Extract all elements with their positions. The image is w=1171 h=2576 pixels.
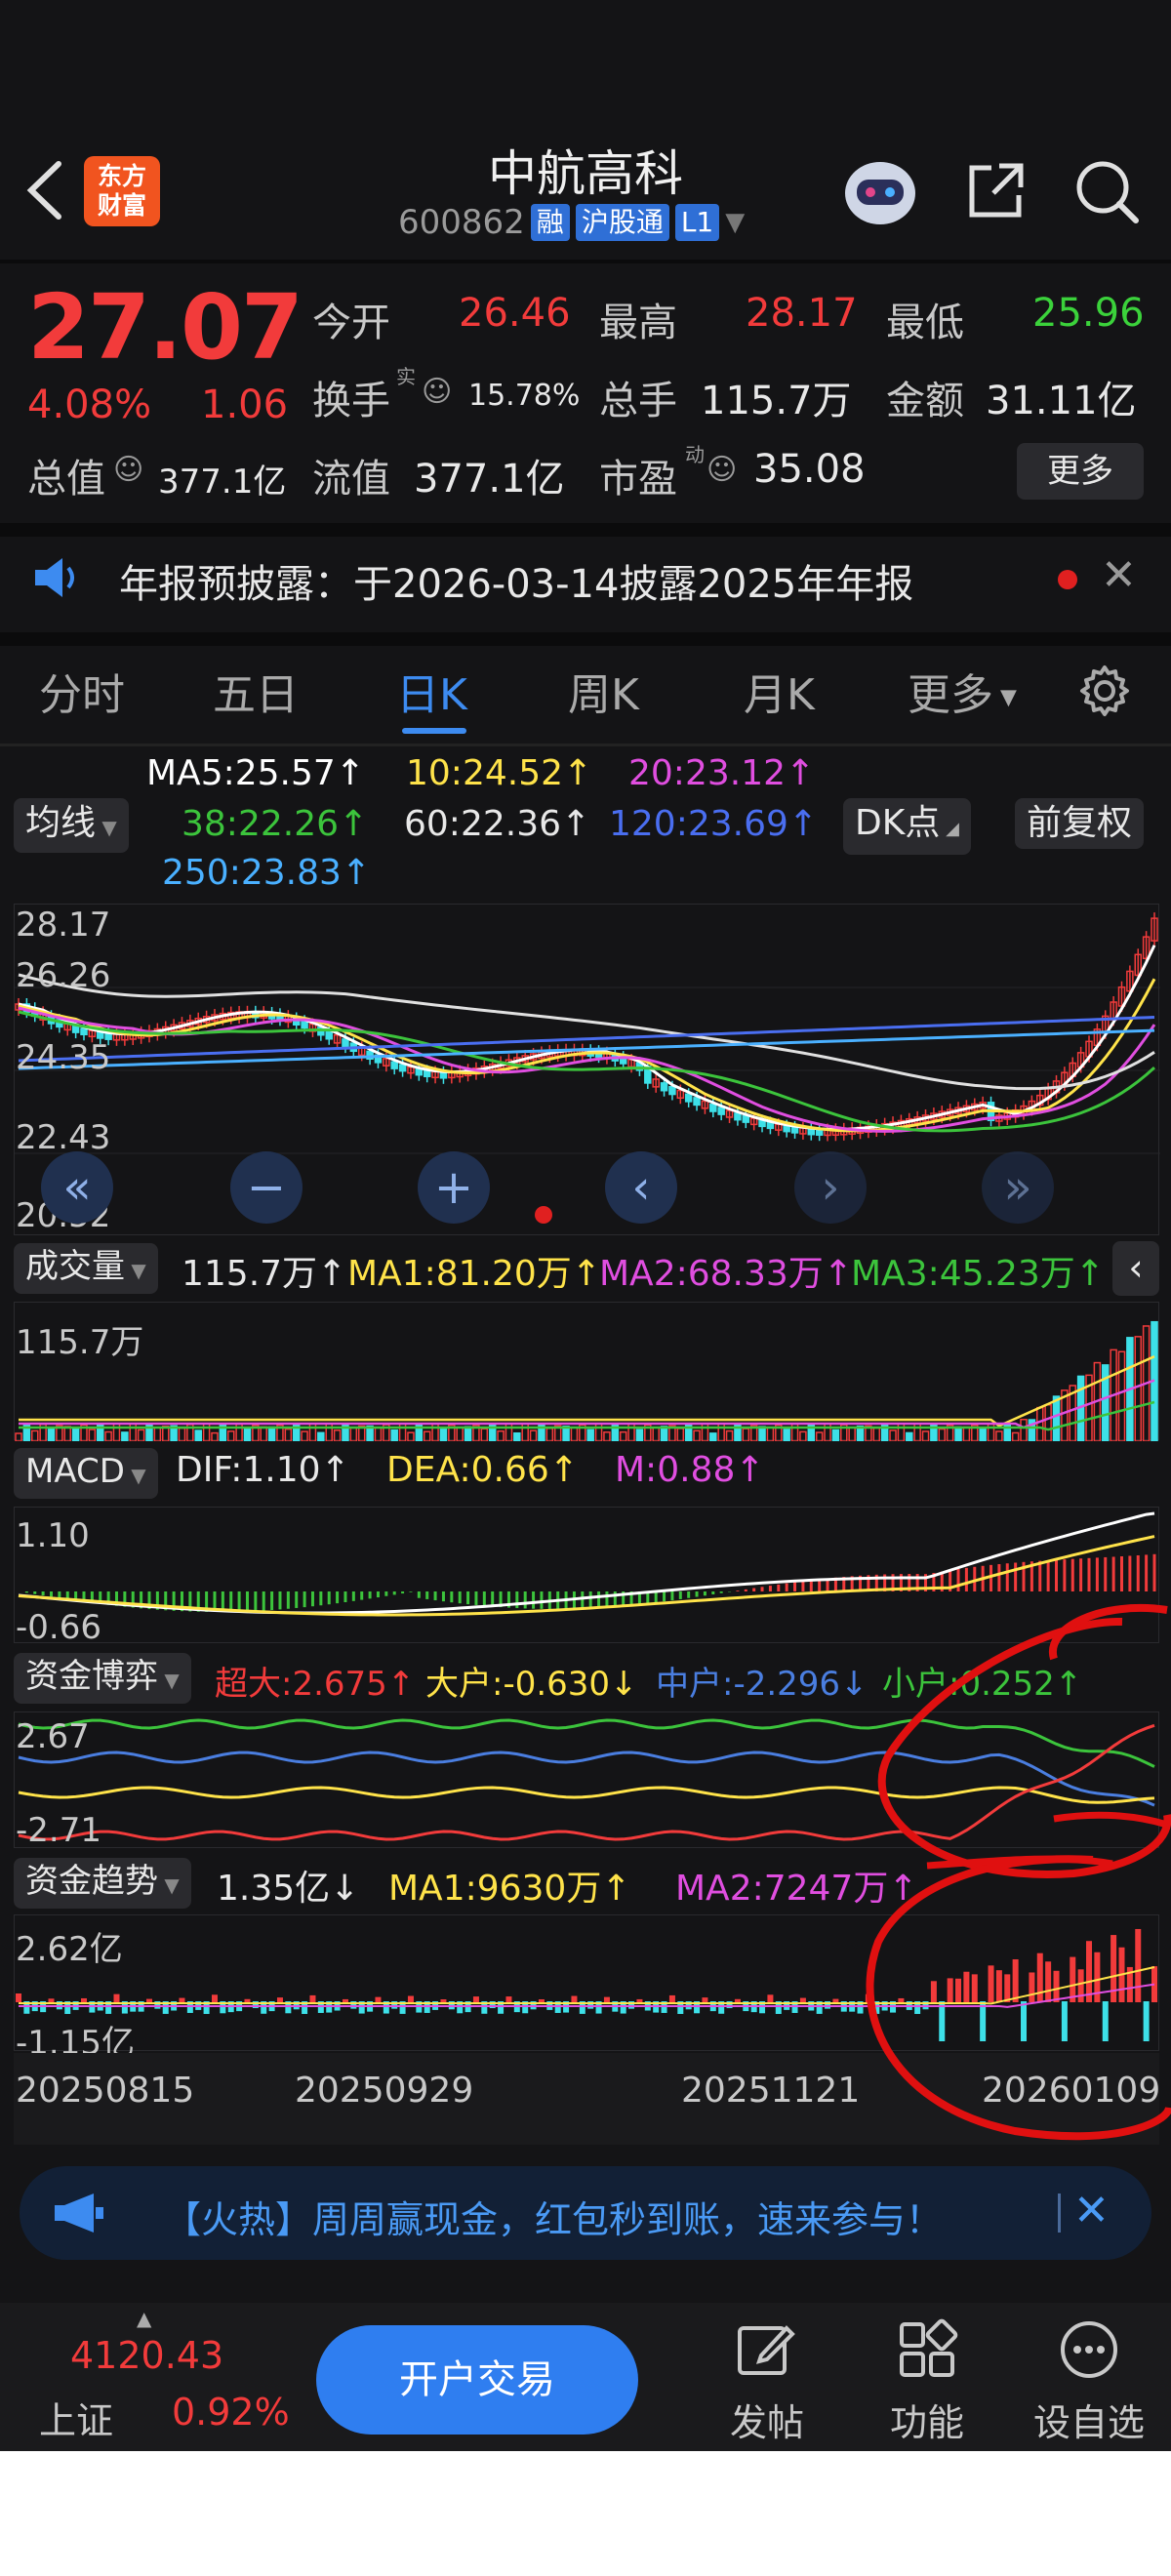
function-icon[interactable] [896,2318,958,2381]
open-account-button[interactable]: 开户交易 [316,2325,638,2435]
index-value[interactable]: 4120.43 [70,2334,223,2377]
more-dots-icon[interactable] [1058,2318,1120,2381]
megaphone-icon [51,2190,105,2236]
function-label[interactable]: 功能 [884,2393,970,2446]
post-label[interactable]: 发帖 [724,2393,810,2446]
banner-text[interactable]: 【火热】周周赢现金，红包秒到账，速来参与！ [164,2190,943,2243]
post-icon[interactable] [734,2318,796,2381]
add-watchlist-label[interactable]: 设自选 [1029,2393,1150,2446]
annotation-scribble [866,1603,1171,2141]
caret-up-icon: ▲ [137,2307,152,2330]
app-screen: 东方 财富 中航高科 600862 融 沪股通 L1 ▼ 27.07 4.08% … [0,0,1171,2451]
index-name: 上证 [39,2399,114,2442]
close-icon[interactable]: ✕ [1073,2186,1110,2235]
banner-divider [1058,2194,1061,2233]
index-change: 0.92% [172,2391,290,2434]
